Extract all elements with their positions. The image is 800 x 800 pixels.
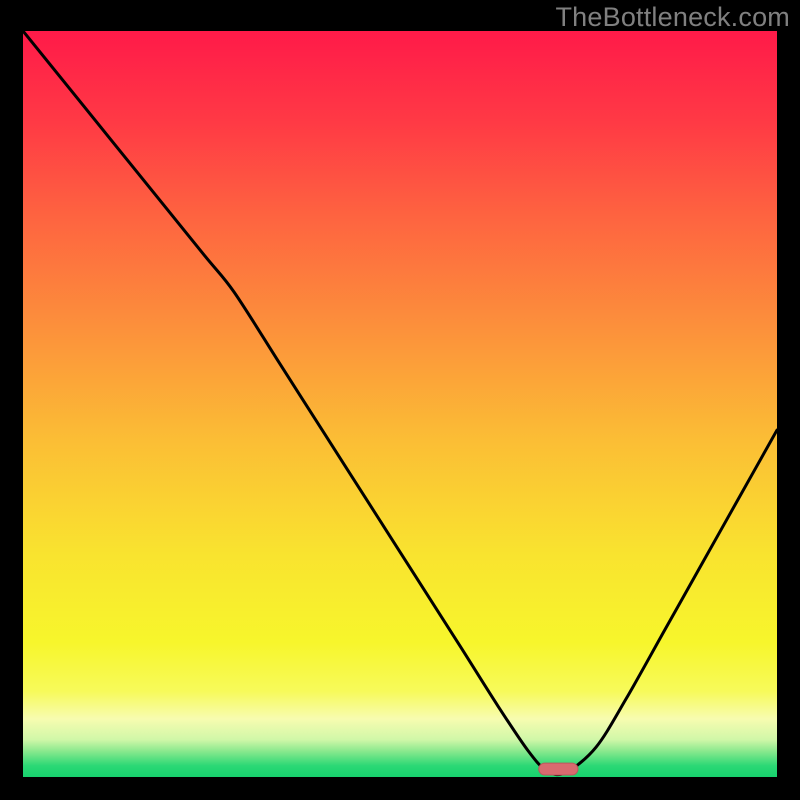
gradient-background xyxy=(23,31,777,777)
plot-area xyxy=(23,31,777,777)
optimum-marker xyxy=(539,763,578,775)
bottleneck-chart xyxy=(23,31,777,777)
chart-frame: TheBottleneck.com xyxy=(0,0,800,800)
watermark-text: TheBottleneck.com xyxy=(555,2,790,33)
